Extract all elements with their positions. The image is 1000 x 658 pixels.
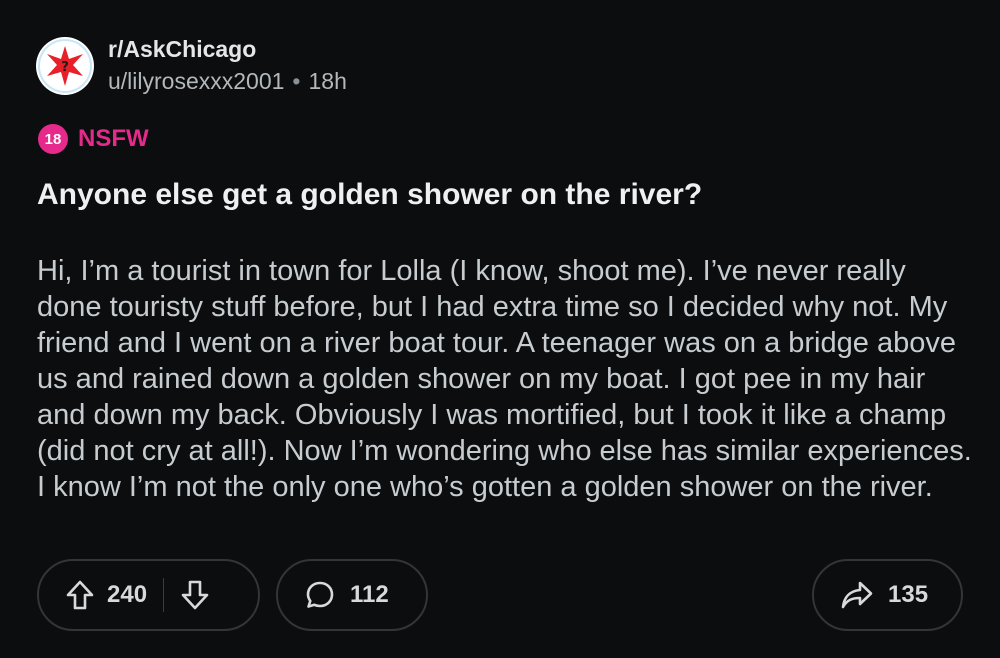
subreddit-name[interactable]: r/AskChicago [108,36,347,62]
nsfw-18-badge: 18 [38,124,68,154]
post-time: 18h [308,68,347,94]
nsfw-label: NSFW [78,125,149,152]
comment-bubble-icon [304,579,336,611]
vote-bar: 240 [37,559,260,631]
username[interactable]: u/lilyrosexxx2001 [108,68,284,94]
upvote-count: 240 [107,581,148,608]
svg-text:?: ? [61,60,69,75]
upvote-arrow-icon [65,579,95,611]
vote-divider [163,578,165,612]
nsfw-tag: 18 NSFW [38,124,149,154]
share-button[interactable]: 135 [812,559,963,631]
post-title[interactable]: Anyone else get a golden shower on the r… [37,178,967,212]
downvote-arrow-icon [180,579,210,611]
post-header: ? r/AskChicago u/lilyrosexxx2001 • 18h [36,36,347,96]
post-body: Hi, I’m a tourist in town for Lolla (I k… [37,255,972,503]
post-author-line: u/lilyrosexxx2001 • 18h [108,66,347,96]
separator-dot: • [292,68,301,94]
upvote-button[interactable]: 240 [65,579,147,611]
subreddit-avatar[interactable]: ? [36,37,94,95]
chicago-star-icon: ? [38,39,92,93]
share-arrow-icon [840,580,874,610]
share-count: 135 [888,581,929,608]
comments-button[interactable]: 112 [276,559,428,631]
comment-count: 112 [350,581,389,608]
downvote-button[interactable] [180,579,210,611]
